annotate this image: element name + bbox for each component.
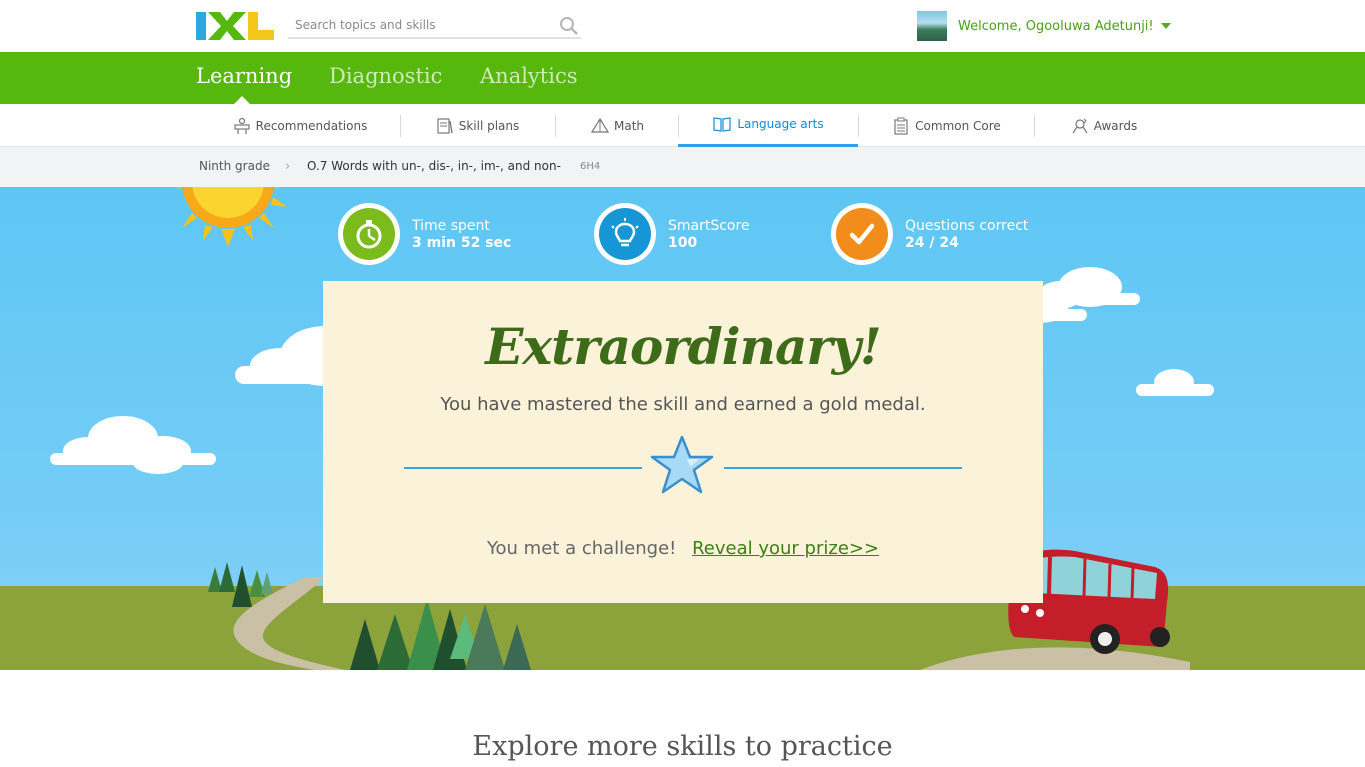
subnav-label: Skill plans <box>458 118 520 133</box>
main-nav: Learning Diagnostic Analytics <box>0 52 1365 104</box>
subnav-label: Recommendations <box>255 118 368 133</box>
math-pyramid-icon <box>590 117 609 133</box>
cloud-illustration <box>50 416 216 474</box>
breadcrumb-skill: O.7 Words with un-, dis-, in-, im-, and … <box>307 159 561 173</box>
subnav-label: Common Core <box>915 118 1001 133</box>
search-icon[interactable] <box>559 16 579 36</box>
challenge-text: You met a challenge! <box>486 538 677 559</box>
divider <box>400 115 401 137</box>
divider <box>555 115 556 137</box>
sun-illustration <box>175 187 287 247</box>
avatar <box>917 11 947 41</box>
clipboard-icon <box>894 117 908 135</box>
recommendations-icon <box>234 117 250 134</box>
skill-plans-icon <box>437 117 453 134</box>
welcome-text: Welcome, Ogooluwa Adetunji! <box>958 18 1154 34</box>
stat-value: 3 min 52 sec <box>412 234 512 251</box>
stat-icon-ring <box>594 203 656 265</box>
stat-label: Questions correct <box>905 217 1029 234</box>
divider <box>858 115 859 137</box>
trees-illustration <box>208 562 273 607</box>
search-box <box>288 12 581 39</box>
subnav-label: Awards <box>1093 118 1138 133</box>
result-headline: Extraordinary! <box>485 317 882 376</box>
stopwatch-icon <box>343 208 395 260</box>
stat-time-spent: Time spent 3 min 52 sec <box>338 203 511 265</box>
tab-learning[interactable]: Learning <box>196 64 292 88</box>
challenge-row: You met a challenge! Reveal your prize>> <box>323 538 1043 559</box>
stat-value: 100 <box>668 234 698 251</box>
ixl-logo[interactable] <box>196 12 274 40</box>
subnav-language-arts[interactable]: Language arts <box>678 104 858 147</box>
stat-label: Time spent <box>412 217 490 234</box>
tab-diagnostic[interactable]: Diagnostic <box>329 64 442 88</box>
divider <box>1034 115 1035 137</box>
subnav-label: Language arts <box>737 117 824 131</box>
subnav-awards[interactable]: Awards <box>1054 104 1154 147</box>
top-bar: Welcome, Ogooluwa Adetunji! <box>0 0 1365 52</box>
stat-smartscore: SmartScore 100 <box>594 203 750 265</box>
subnav-math[interactable]: Math <box>575 104 660 147</box>
result-card: Extraordinary! You have mastered the ski… <box>323 281 1043 603</box>
book-icon <box>713 117 732 132</box>
search-input[interactable] <box>288 12 548 37</box>
tab-analytics[interactable]: Analytics <box>480 64 577 88</box>
divider-line <box>724 467 962 469</box>
star-icon <box>650 435 714 494</box>
skill-code: 6H4 <box>580 161 601 172</box>
lightbulb-icon <box>599 208 651 260</box>
subnav-recommendations[interactable]: Recommendations <box>220 104 380 147</box>
breadcrumb-grade[interactable]: Ninth grade <box>199 159 270 173</box>
cloud-illustration <box>1136 369 1214 396</box>
active-tab-indicator <box>234 96 250 104</box>
celebration-scene: Time spent 3 min 52 sec SmartScore 100 Q… <box>0 187 1365 670</box>
subnav-common-core[interactable]: Common Core <box>878 104 1015 147</box>
subnav-skill-plans[interactable]: Skill plans <box>420 104 535 147</box>
trees-illustration <box>350 599 531 670</box>
subnav-label: Math <box>613 118 645 133</box>
chevron-down-icon <box>1160 23 1171 29</box>
awards-icon <box>1072 118 1088 133</box>
stat-icon-ring <box>831 203 893 265</box>
chevron-right-icon: › <box>285 159 291 174</box>
sub-nav: Recommendations Skill plans Math Languag… <box>0 104 1365 147</box>
user-menu[interactable]: Welcome, Ogooluwa Adetunji! <box>917 11 1171 41</box>
divider-line <box>404 467 642 469</box>
result-message: You have mastered the skill and earned a… <box>440 394 926 415</box>
stat-label: SmartScore <box>668 217 750 234</box>
checkmark-icon <box>836 208 888 260</box>
stat-questions-correct: Questions correct 24 / 24 <box>831 203 1028 265</box>
stat-value: 24 / 24 <box>905 234 959 251</box>
explore-heading: Explore more skills to practice <box>472 731 893 762</box>
reveal-prize-link[interactable]: Reveal your prize>> <box>692 538 879 559</box>
stat-icon-ring <box>338 203 400 265</box>
breadcrumb: Ninth grade › O.7 Words with un-, dis-, … <box>0 147 1365 187</box>
